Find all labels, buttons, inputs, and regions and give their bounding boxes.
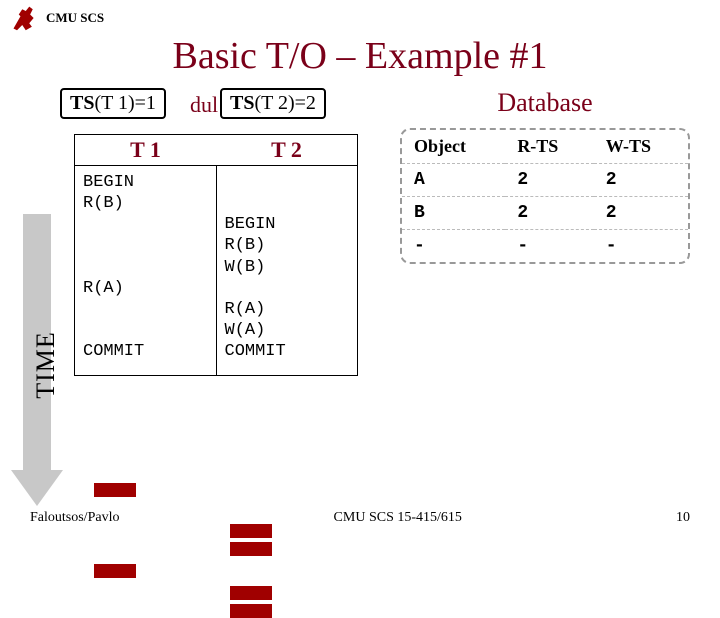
time-label: TIME <box>31 331 61 399</box>
op-line <box>83 215 208 236</box>
db-cell: 2 <box>505 164 593 197</box>
schedule-label-fragment: dul <box>190 92 218 118</box>
footer-left: Faloutsos/Pavlo <box>30 510 119 526</box>
op-line: R(A) <box>83 278 208 299</box>
op-line: BEGIN <box>225 214 350 235</box>
ts1-box: TS(T 1)=1 <box>60 88 166 119</box>
op-line: R(B) <box>83 193 208 214</box>
schedule-col-t2: BEGINR(B)W(B) R(A)W(A)COMMIT <box>217 166 358 375</box>
database-block: Database ObjectR-TSW-TS A22B22--- <box>400 88 690 264</box>
op-line <box>83 236 208 257</box>
footer-center: CMU SCS 15-415/615 <box>334 510 462 526</box>
op-line <box>83 320 208 341</box>
page-title: Basic T/O – Example #1 <box>0 34 720 78</box>
op-line: COMMIT <box>83 341 208 362</box>
db-cell: - <box>594 230 688 262</box>
op-line <box>225 172 350 193</box>
header: CMU SCS <box>0 0 720 32</box>
op-line: R(A) <box>225 299 350 320</box>
ts2-box: TS(T 2)=2 <box>220 88 326 119</box>
op-line <box>83 257 208 278</box>
footer: Faloutsos/Pavlo CMU SCS 15-415/615 10 <box>0 510 720 526</box>
footer-right: 10 <box>676 510 690 526</box>
database-title: Database <box>400 88 690 118</box>
op-line: W(B) <box>225 257 350 278</box>
db-cell: - <box>505 230 593 262</box>
op-line: COMMIT <box>225 341 350 362</box>
db-header-cell: R-TS <box>505 130 593 164</box>
time-arrow-icon: TIME <box>14 214 60 514</box>
table-row: A22 <box>402 164 688 197</box>
op-line <box>225 193 350 214</box>
op-line: W(A) <box>225 320 350 341</box>
op-line <box>225 278 350 299</box>
db-cell: - <box>402 230 505 262</box>
db-header-cell: W-TS <box>594 130 688 164</box>
db-cell: B <box>402 197 505 230</box>
db-cell: 2 <box>594 197 688 230</box>
db-cell: A <box>402 164 505 197</box>
db-header-cell: Object <box>402 130 505 164</box>
database-table: ObjectR-TSW-TS A22B22--- <box>400 128 690 264</box>
schedule-block: dul TS(T 1)=1 TS(T 2)=2 T 1 T 2 BEGINR(B… <box>60 88 370 376</box>
schedule-col-t1: BEGINR(B) R(A) COMMIT <box>75 166 217 375</box>
table-row: --- <box>402 230 688 262</box>
table-row: B22 <box>402 197 688 230</box>
db-cell: 2 <box>505 197 593 230</box>
op-line: BEGIN <box>83 172 208 193</box>
db-cell: 2 <box>594 164 688 197</box>
op-line: R(B) <box>225 235 350 256</box>
course-code: CMU SCS <box>46 10 104 26</box>
col-header-t1: T 1 <box>75 135 216 165</box>
op-line <box>83 299 208 320</box>
schedule-table: T 1 T 2 BEGINR(B)R(A)COMMIT BEGINR(B)W(B… <box>74 134 358 376</box>
cmu-logo-icon <box>10 4 38 32</box>
col-header-t2: T 2 <box>216 135 357 165</box>
